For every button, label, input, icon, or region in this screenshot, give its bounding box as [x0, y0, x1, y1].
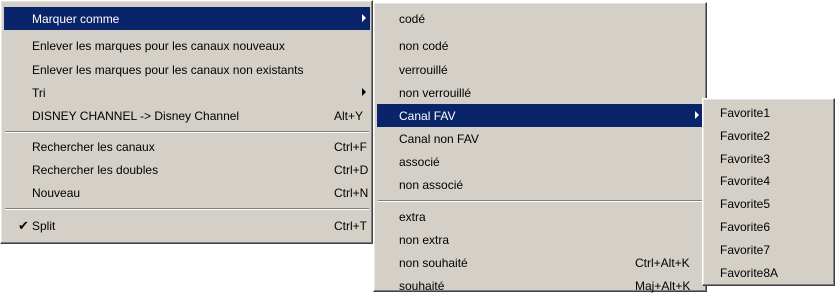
menu-item-non-extra[interactable]: non extra [377, 228, 704, 251]
menu-item-shortcut: Ctrl+T [334, 218, 367, 233]
menu-item-favorite6[interactable]: Favorite6 [706, 215, 834, 238]
menu-item-label: Favorite6 [720, 219, 771, 234]
menu-item-nouveau[interactable]: Nouveau Ctrl+N [4, 181, 370, 204]
menu-item-split[interactable]: ✔ Split Ctrl+T [4, 214, 370, 237]
menu-item-label: DISNEY CHANNEL -> Disney Channel [32, 108, 240, 123]
menu-item-label: Favorite5 [720, 196, 771, 211]
menu-item-label: verrouillé [399, 62, 448, 77]
menu-item-non-souhaite[interactable]: non souhaité Ctrl+Alt+K [377, 251, 704, 274]
menu-item-associe[interactable]: associé [377, 150, 704, 173]
menu-item-label: Enlever les marques pour les canaux non … [32, 62, 304, 77]
menu-item-label: Favorite4 [720, 173, 771, 188]
menu-item-label: extra [399, 209, 426, 224]
submenu-canal-fav: Favorite1 Favorite2 Favorite3 Favorite4 … [702, 98, 835, 286]
menu-item-enlever-nouveaux[interactable]: Enlever les marques pour les canaux nouv… [4, 34, 370, 57]
menu-item-label: Nouveau [32, 185, 81, 200]
menu-separator [5, 131, 369, 133]
menu-item-label: Rechercher les canaux [32, 139, 155, 154]
menu-item-label: non codé [399, 38, 449, 53]
menu-item-extra[interactable]: extra [377, 205, 704, 228]
menu-item-label: Canal FAV [399, 108, 456, 123]
menu-item-canal-fav[interactable]: Canal FAV [377, 104, 704, 127]
menu-item-favorite5[interactable]: Favorite5 [706, 192, 834, 215]
menu-item-label: Favorite2 [720, 128, 771, 143]
menu-item-favorite8a[interactable]: Favorite8A [706, 261, 834, 284]
menu-item-label: Rechercher les doubles [32, 162, 159, 177]
menu-item-rechercher-canaux[interactable]: Rechercher les canaux Ctrl+F [4, 135, 370, 158]
submenu-arrow-icon [695, 111, 699, 119]
menu-item-non-associe[interactable]: non associé [377, 173, 704, 196]
menu-item-favorite4[interactable]: Favorite4 [706, 169, 834, 192]
menu-item-favorite1[interactable]: Favorite1 [706, 101, 834, 124]
menu-item-non-code[interactable]: non codé [377, 34, 704, 57]
menu-item-rechercher-doubles[interactable]: Rechercher les doubles Ctrl+D [4, 158, 370, 181]
menu-item-label: Favorite7 [720, 242, 771, 257]
menu-item-disney-channel[interactable]: DISNEY CHANNEL -> Disney Channel Alt+Y [4, 104, 370, 127]
menu-item-label: non extra [399, 232, 450, 247]
menu-item-label: Favorite1 [720, 105, 771, 120]
menu-item-enlever-non-existants[interactable]: Enlever les marques pour les canaux non … [4, 58, 370, 81]
checkmark-icon: ✔ [18, 217, 29, 233]
menu-item-label: Split [32, 218, 56, 233]
menu-item-shortcut: Alt+Y [334, 108, 364, 123]
menu-item-label: Canal non FAV [399, 131, 479, 146]
menu-item-label: associé [399, 154, 440, 169]
menu-separator [378, 200, 703, 202]
submenu-arrow-icon [362, 14, 366, 22]
menu-item-label: non associé [399, 177, 464, 192]
menu-item-label: non souhaité [399, 255, 468, 270]
menu-item-label: Favorite3 [720, 151, 771, 166]
menu-item-non-verrouille[interactable]: non verrouillé [377, 81, 704, 104]
menu-item-favorite7[interactable]: Favorite7 [706, 238, 834, 261]
context-menu: Marquer comme Enlever les marques pour l… [0, 0, 373, 244]
menu-item-canal-non-fav[interactable]: Canal non FAV [377, 127, 704, 150]
menu-item-label: codé [399, 11, 426, 26]
submenu-arrow-icon [362, 88, 366, 96]
menu-separator [5, 208, 369, 210]
menu-item-marquer-comme[interactable]: Marquer comme [4, 7, 370, 30]
menu-item-shortcut: Ctrl+D [334, 162, 369, 177]
menu-item-label: Favorite8A [720, 265, 779, 280]
menu-item-tri[interactable]: Tri [4, 81, 370, 104]
menu-item-favorite3[interactable]: Favorite3 [706, 147, 834, 170]
menu-item-code[interactable]: codé [377, 7, 704, 30]
submenu-marquer-comme: codé non codé verrouillé non verrouillé … [373, 2, 707, 293]
menu-item-shortcut: Ctrl+Alt+K [635, 255, 690, 270]
menu-item-verrouille[interactable]: verrouillé [377, 58, 704, 81]
menu-item-shortcut: Ctrl+N [334, 185, 369, 200]
menu-item-label: Enlever les marques pour les canaux nouv… [32, 38, 285, 53]
menu-item-label: non verrouillé [399, 85, 472, 100]
menu-item-label: Tri [32, 85, 46, 100]
menu-item-shortcut: Ctrl+F [334, 139, 367, 154]
menu-item-favorite2[interactable]: Favorite2 [706, 124, 834, 147]
menu-item-label: Marquer comme [32, 11, 120, 26]
